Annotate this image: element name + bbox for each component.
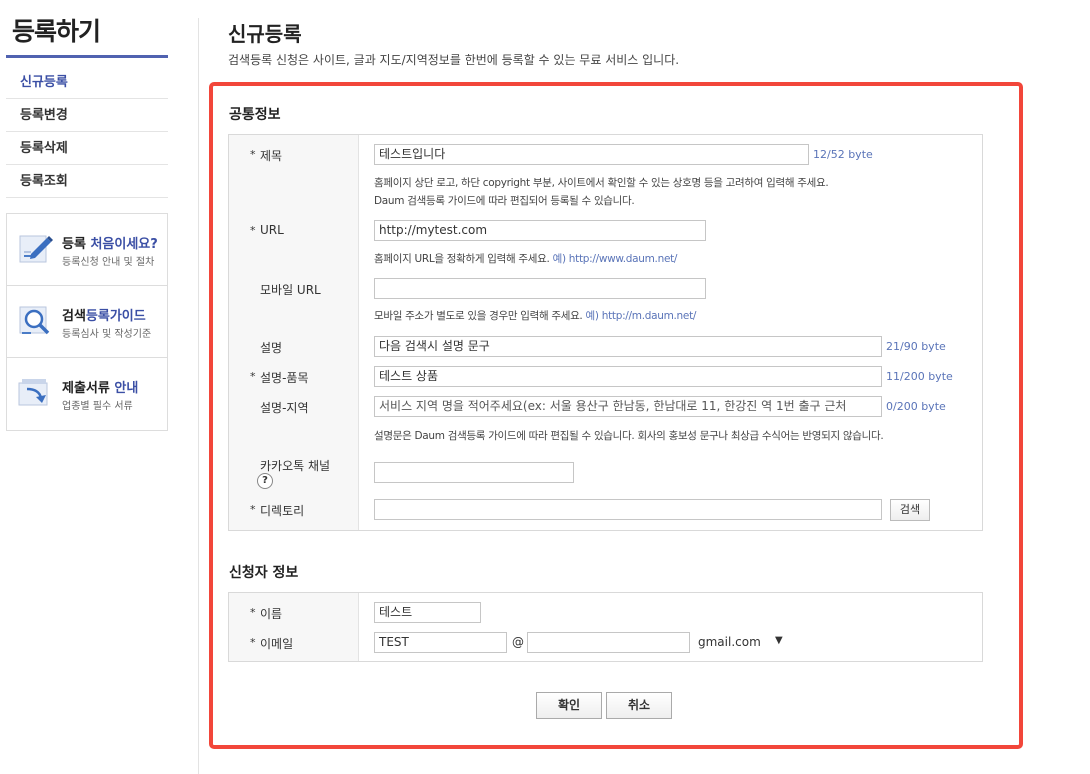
sidebar-menu: 신규등록 등록변경 등록삭제 등록조회 [6,66,168,198]
sidebar-item-new-registration[interactable]: 신규등록 [6,66,168,99]
guide-title-b: 안내 [114,381,139,396]
name-label: 이름 [260,607,283,621]
sidebar-item-lookup-registration[interactable]: 등록조회 [6,165,168,198]
email-local-input[interactable]: TEST [374,632,507,653]
mobile-url-input[interactable] [374,278,706,299]
mobile-url-example: 예) http://m.daum.net/ [585,310,697,322]
sidebar-item-change-registration[interactable]: 등록변경 [6,99,168,132]
description-region-input[interactable]: 서비스 지역 명을 적어주세요(ex: 서울 용산구 한남동, 한남대로 11,… [374,396,882,417]
description-byte-count: 21/90 byte [886,340,946,353]
guide-title-a: 검색 [62,309,86,324]
kakao-channel-input[interactable] [374,462,574,483]
url-label: URL [260,223,284,237]
url-example: 예) http://www.daum.net/ [552,253,678,265]
sidebar-divider [198,18,199,774]
guide-title-a: 제출서류 [62,381,115,396]
required-mark: * [250,606,256,619]
description-region-byte-count: 0/200 byte [886,400,946,413]
description-region-label: 설명-지역 [260,401,309,415]
mobile-url-help: 모바일 주소가 별도로 있을 경우만 입력해 주세요. 예) http://m.… [374,308,696,323]
guide-subtitle: 등록신청 안내 및 절차 [62,257,155,268]
guide-title-b: 등록가이드 [85,309,146,324]
title-input[interactable]: 테스트입니다 [374,144,809,165]
guide-subtitle: 업종별 필수 서류 [62,401,133,412]
sidebar-guide-box: 등록 처음이세요? 등록신청 안내 및 절차 검색등록가이드 등록심사 및 작성… [6,213,168,431]
cancel-button[interactable]: 취소 [606,692,672,719]
description-item-label: 설명-품목 [260,371,309,385]
label-column [229,593,359,661]
help-question-icon[interactable]: ? [257,473,273,489]
magnifier-doc-icon [19,306,50,335]
page-description: 검색등록 신청은 사이트, 글과 지도/지역정보를 한번에 등록할 수 있는 무… [228,53,680,67]
guide-first-time[interactable]: 등록 처음이세요? 등록신청 안내 및 절차 [7,214,167,286]
description-input[interactable]: 다음 검색시 설명 문구 [374,336,882,357]
sidebar-title: 등록하기 [12,17,101,46]
documents-arrow-icon [18,379,48,406]
confirm-button[interactable]: 확인 [536,692,602,719]
title-label: 제목 [260,149,283,163]
required-mark: * [250,503,256,516]
sidebar-item-delete-registration[interactable]: 등록삭제 [6,132,168,165]
description-label: 설명 [260,341,283,355]
description-item-input[interactable]: 테스트 상품 [374,366,882,387]
name-input[interactable]: 테스트 [374,602,481,623]
email-at-sign: @ [512,635,524,649]
url-help-text: 홈페이지 URL을 정확하게 입력해 주세요. [374,253,550,265]
guide-title-a: 등록 [62,237,91,252]
title-byte-count: 12/52 byte [813,148,873,161]
title-help-2: Daum 검색등록 가이드에 따라 편집되어 등록될 수 있습니다. [374,195,635,207]
email-domain-select[interactable]: gmail.com [698,635,761,649]
guide-title-b: 처음이세요? [90,237,158,252]
description-item-byte-count: 11/200 byte [886,370,953,383]
email-label: 이메일 [260,637,294,651]
title-help-1: 홈페이지 상단 로고, 하단 copyright 부분, 사이트에서 확인할 수… [374,177,829,189]
pencil-doc-icon [19,235,53,263]
kakao-channel-label: 카카오톡 채널 [260,459,331,473]
sidebar-title-underline [6,55,168,58]
directory-input[interactable] [374,499,882,520]
page-title: 신규등록 [228,22,302,46]
guide-search-registration[interactable]: 검색등록가이드 등록심사 및 작성기준 [7,286,167,358]
directory-search-button[interactable]: 검색 [890,499,930,521]
mobile-url-help-text: 모바일 주소가 별도로 있을 경우만 입력해 주세요. [374,310,583,322]
common-section-title: 공통정보 [229,107,281,123]
directory-label: 디렉토리 [260,504,305,518]
guide-documents[interactable]: 제출서류 안내 업종별 필수 서류 [7,358,167,430]
applicant-section-title: 신청자 정보 [229,565,299,581]
required-mark: * [250,370,256,383]
required-mark: * [250,148,256,161]
required-mark: * [250,224,256,237]
required-mark: * [250,636,256,649]
mobile-url-label: 모바일 URL [260,283,321,297]
email-domain-input[interactable] [527,632,690,653]
chevron-down-icon[interactable]: ▼ [775,635,783,646]
guide-subtitle: 등록심사 및 작성기준 [62,329,152,340]
description-help: 설명문은 Daum 검색등록 가이드에 따라 편집될 수 있습니다. 회사의 홍… [374,430,884,442]
url-help: 홈페이지 URL을 정확하게 입력해 주세요. 예) http://www.da… [374,251,677,266]
url-input[interactable]: http://mytest.com [374,220,706,241]
